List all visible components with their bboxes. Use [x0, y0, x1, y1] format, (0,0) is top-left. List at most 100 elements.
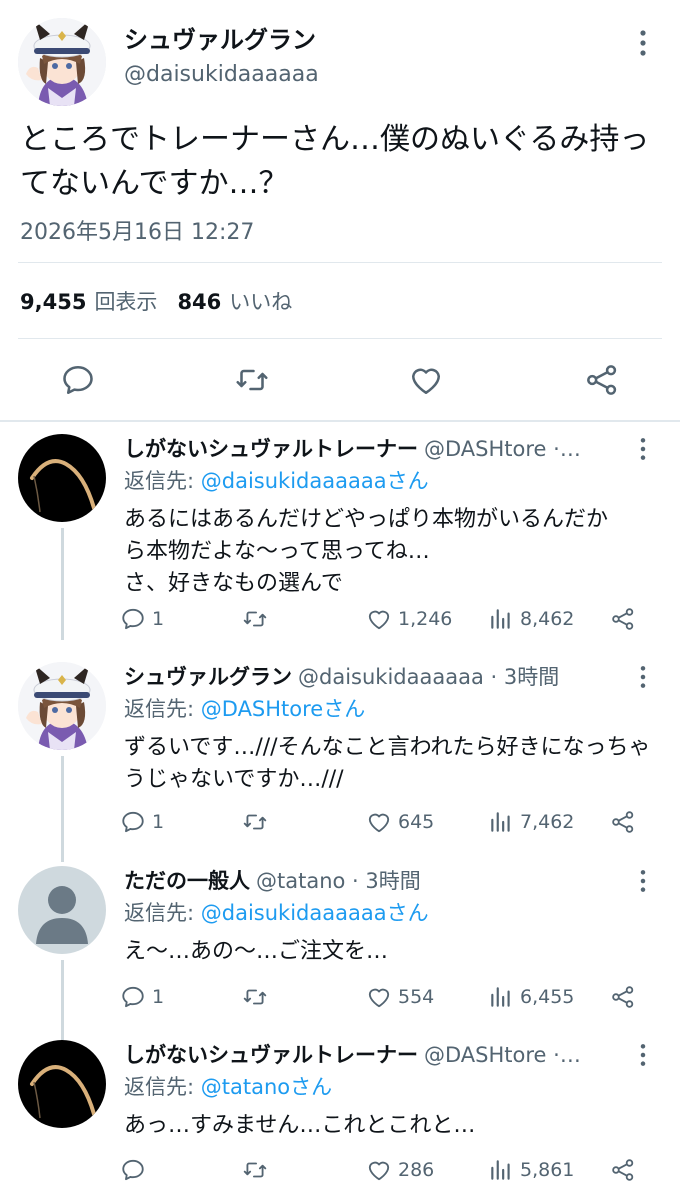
- like-button[interactable]: 554: [366, 982, 434, 1012]
- reply-actions: 1 1,246 8,462: [120, 604, 650, 634]
- avatar[interactable]: [18, 866, 106, 954]
- share-button[interactable]: [610, 807, 636, 837]
- more-options-icon[interactable]: [630, 868, 656, 894]
- share-button[interactable]: [584, 362, 620, 398]
- author-name[interactable]: シュヴァルグラン: [124, 20, 316, 55]
- reply-text: あるにはあるんだけどやっぱり本物がいるんだか ら本物だよな〜って思ってね… さ、…: [124, 504, 664, 600]
- reply-button[interactable]: [120, 1155, 152, 1185]
- reply-to-link[interactable]: @tatanoさん: [201, 1075, 332, 1099]
- bar-chart-icon: [488, 606, 514, 632]
- reply-text: え〜…あの〜…ご注文を…: [124, 939, 389, 964]
- retweet-button[interactable]: [242, 604, 274, 634]
- retweet-button[interactable]: [234, 362, 270, 398]
- reply-to-link[interactable]: @daisukidaaaaaaさん: [201, 469, 429, 493]
- share-icon: [610, 984, 636, 1010]
- likes-count[interactable]: 846: [177, 290, 221, 314]
- reply-to: 返信先: @DASHtoreさん: [124, 694, 365, 724]
- likes-label[interactable]: いいね: [229, 290, 292, 314]
- bar-chart-icon: [488, 984, 514, 1010]
- like-button[interactable]: [408, 362, 444, 398]
- reply-button[interactable]: [60, 362, 96, 398]
- share-icon: [584, 362, 620, 398]
- reply-actions: 286 5,861: [120, 1155, 650, 1185]
- reply-tweet[interactable]: ただの一般人 @tatano · 3時間 返信先: @daisukidaaaaaa…: [0, 866, 680, 1040]
- tweet-stats: 9,455 回表示 846 いいね: [20, 286, 292, 316]
- more-options-icon[interactable]: [630, 664, 656, 690]
- retweet-icon: [242, 809, 268, 835]
- avatar[interactable]: [18, 434, 106, 522]
- retweet-button[interactable]: [242, 1155, 274, 1185]
- like-count: 286: [398, 1159, 435, 1181]
- reply-text-line: さ、好きなもの選んで: [124, 571, 343, 596]
- views-count: 5,861: [520, 1159, 575, 1181]
- author-handle[interactable]: @daisukidaaaaaa: [124, 62, 319, 87]
- views-label: 回表示: [94, 290, 158, 314]
- reply-to: 返信先: @daisukidaaaaaaさん: [124, 898, 429, 928]
- heart-icon: [366, 606, 392, 632]
- retweet-icon: [242, 1157, 268, 1183]
- divider: [18, 338, 662, 339]
- more-options-icon[interactable]: [628, 28, 658, 58]
- share-button[interactable]: [610, 604, 636, 634]
- retweet-button[interactable]: [242, 982, 274, 1012]
- like-button[interactable]: 1,246: [366, 604, 452, 634]
- share-icon: [610, 606, 636, 632]
- reply-tweet[interactable]: しがないシュヴァルトレーナー @DASHtore ·… 返信先: @tatanoさ…: [0, 1040, 680, 1198]
- views-count: 8,462: [520, 608, 575, 630]
- reply-actions: 1 554 6,455: [120, 982, 650, 1012]
- like-button[interactable]: 645: [366, 807, 434, 837]
- like-button[interactable]: 286: [366, 1155, 434, 1185]
- author-name[interactable]: しがないシュヴァルトレーナー: [124, 1043, 418, 1067]
- like-count: 554: [398, 986, 435, 1008]
- reply-button[interactable]: 1: [120, 982, 164, 1012]
- more-options-icon[interactable]: [630, 1042, 656, 1068]
- more-options-icon[interactable]: [630, 436, 656, 462]
- thread-line: [61, 960, 64, 1040]
- views-button[interactable]: 5,861: [488, 1155, 574, 1185]
- retweet-button[interactable]: [242, 807, 274, 837]
- reply-to-link[interactable]: @daisukidaaaaaaさん: [201, 901, 429, 925]
- reply-header: ただの一般人 @tatano · 3時間: [124, 866, 624, 896]
- reply-to: 返信先: @tatanoさん: [124, 1072, 332, 1102]
- author-handle[interactable]: @DASHtore ·…: [424, 1043, 581, 1067]
- author-handle[interactable]: @DASHtore ·…: [424, 437, 581, 461]
- avatar[interactable]: [18, 662, 106, 750]
- tweet-timestamp[interactable]: 2026年5月16日 12:27: [20, 214, 254, 246]
- author-handle[interactable]: @daisukidaaaaaa · 3時間: [298, 665, 559, 689]
- share-button[interactable]: [610, 982, 636, 1012]
- views-count: 9,455: [20, 290, 87, 314]
- views-button[interactable]: 7,462: [488, 807, 574, 837]
- reply-button[interactable]: 1: [120, 604, 164, 634]
- retweet-icon: [234, 362, 270, 398]
- section-divider: [0, 420, 680, 422]
- reply-header: シュヴァルグラン @daisukidaaaaaa · 3時間: [124, 662, 624, 692]
- share-button[interactable]: [610, 1155, 636, 1185]
- views-button[interactable]: 8,462: [488, 604, 574, 634]
- avatar[interactable]: [18, 18, 106, 106]
- reply-button[interactable]: 1: [120, 807, 164, 837]
- share-icon: [610, 809, 636, 835]
- speech-bubble-icon: [120, 984, 146, 1010]
- views-count: 7,462: [520, 811, 575, 833]
- reply-text-line: あるにはあるんだけどやっぱり本物がいるんだか: [124, 507, 609, 532]
- reply-to-label: 返信先:: [124, 469, 195, 493]
- author-handle[interactable]: @tatano · 3時間: [256, 869, 421, 893]
- reply-header: しがないシュヴァルトレーナー @DASHtore ·…: [124, 1040, 624, 1070]
- reply-to-label: 返信先:: [124, 697, 195, 721]
- reply-to-link[interactable]: @DASHtoreさん: [201, 697, 365, 721]
- author-name[interactable]: しがないシュヴァルトレーナー: [124, 437, 418, 461]
- tweet-text: ところでトレーナーさん…僕のぬいぐるみ持ってないんですか…？: [20, 122, 650, 201]
- avatar[interactable]: [18, 1040, 106, 1128]
- reply-tweet[interactable]: しがないシュヴァルトレーナー @DASHtore ·… 返信先: @daisuki…: [0, 434, 680, 640]
- views-button[interactable]: 6,455: [488, 982, 574, 1012]
- reply-to-label: 返信先:: [124, 901, 195, 925]
- like-count: 645: [398, 811, 435, 833]
- speech-bubble-icon: [120, 1157, 146, 1183]
- speech-bubble-icon: [120, 606, 146, 632]
- reply-to: 返信先: @daisukidaaaaaaさん: [124, 466, 429, 496]
- speech-bubble-icon: [60, 362, 96, 398]
- heart-icon: [366, 809, 392, 835]
- reply-tweet[interactable]: シュヴァルグラン @daisukidaaaaaa · 3時間 返信先: @DASH…: [0, 662, 680, 862]
- author-name[interactable]: シュヴァルグラン: [124, 665, 292, 689]
- author-name[interactable]: ただの一般人: [124, 869, 250, 893]
